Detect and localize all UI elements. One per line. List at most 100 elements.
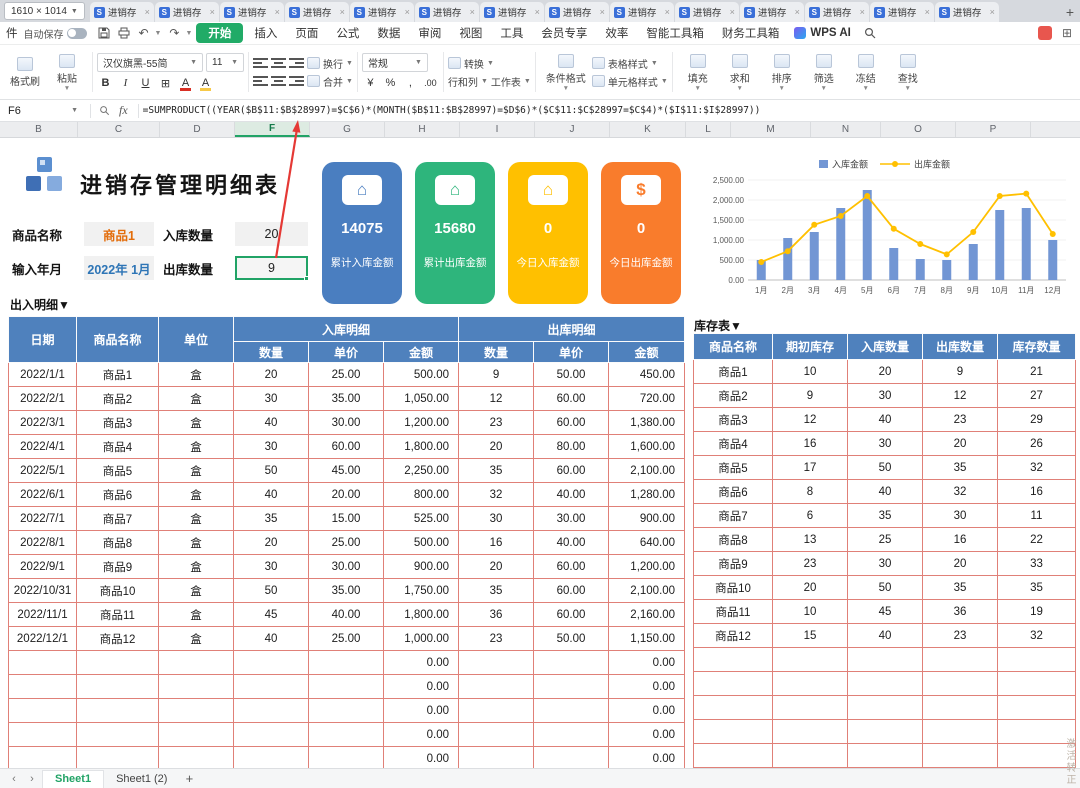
table-subheader[interactable]: 数量	[233, 341, 309, 363]
cell[interactable]: 2,100.00	[608, 578, 686, 603]
cell[interactable]: 商品11	[76, 602, 159, 627]
cell[interactable]: 30	[922, 503, 998, 528]
cell[interactable]: 盒	[158, 410, 234, 435]
cell[interactable]: 16	[458, 530, 535, 555]
cell[interactable]: 1,200.00	[608, 554, 686, 579]
cell[interactable]: 盒	[158, 530, 234, 555]
redo-button[interactable]: ↷	[165, 25, 183, 41]
cell[interactable]: 0.00	[382, 674, 460, 699]
table-subheader[interactable]: 单价	[533, 341, 610, 363]
cell[interactable]: 2022/3/1	[8, 410, 77, 435]
italic-button[interactable]: I	[117, 75, 134, 92]
cell[interactable]: 0.00	[608, 746, 686, 768]
close-icon[interactable]: ×	[795, 7, 800, 17]
cell[interactable]: 0.00	[382, 650, 460, 675]
cell[interactable]: 45.00	[308, 458, 384, 483]
selection-handle[interactable]	[304, 276, 309, 281]
formula-input[interactable]: =SUMPRODUCT((YEAR($B$11:$B$28997)=$C$6)*…	[143, 105, 1080, 116]
document-tab[interactable]: S 进销存 ×	[934, 2, 999, 22]
cell[interactable]	[76, 698, 159, 723]
cell[interactable]: 1,000.00	[382, 626, 460, 651]
document-tab[interactable]: S 进销存 ×	[219, 2, 284, 22]
cell[interactable]: 80.00	[533, 434, 610, 459]
align-bottom-icon[interactable]	[289, 57, 304, 69]
cell[interactable]: 36	[458, 602, 535, 627]
notification-icon[interactable]	[1038, 26, 1052, 40]
cell[interactable]: 6	[772, 503, 848, 528]
table-style-button[interactable]: 表格样式 ▼	[591, 56, 658, 71]
file-menu[interactable]: 件	[6, 25, 18, 41]
cell[interactable]: 13	[772, 527, 848, 552]
cell[interactable]: 15	[772, 623, 848, 648]
cell[interactable]: 20	[233, 530, 309, 555]
cell[interactable]: 30	[847, 431, 923, 456]
cell[interactable]	[233, 722, 309, 747]
cell[interactable]: 60.00	[533, 386, 610, 411]
cell[interactable]: 盒	[158, 362, 234, 387]
cell[interactable]	[922, 743, 998, 768]
cell[interactable]: 30	[233, 554, 309, 579]
column-header-D[interactable]: D	[160, 122, 235, 137]
column-header-H[interactable]: H	[385, 122, 460, 137]
cell[interactable]	[76, 674, 159, 699]
close-icon[interactable]: ×	[405, 7, 410, 17]
cell[interactable]: 525.00	[382, 506, 460, 531]
cell[interactable]	[772, 719, 848, 744]
cell[interactable]	[158, 746, 234, 768]
menu-item[interactable]: 审阅	[409, 23, 450, 43]
document-tab[interactable]: S 进销存 ×	[544, 2, 609, 22]
cell[interactable]: 1,800.00	[382, 602, 460, 627]
menu-item[interactable]: 插入	[245, 23, 286, 43]
cell[interactable]: 50.00	[533, 362, 610, 387]
cell[interactable]: 商品12	[693, 623, 773, 648]
detail-section-label[interactable]: 出入明细▼	[10, 296, 70, 313]
cell[interactable]: 商品9	[76, 554, 159, 579]
cell[interactable]: 盒	[158, 578, 234, 603]
in-qty-cell[interactable]: 20	[235, 222, 308, 246]
sum-button[interactable]: 求和 ▼	[719, 48, 761, 96]
cell[interactable]: 2022/5/1	[8, 458, 77, 483]
close-icon[interactable]: ×	[600, 7, 605, 17]
cell[interactable]	[693, 671, 773, 696]
cell[interactable]: 2022/12/1	[8, 626, 77, 651]
cell[interactable]: 720.00	[608, 386, 686, 411]
cell-style-button[interactable]: 单元格样式 ▼	[591, 74, 668, 89]
sheet-nav-next-icon[interactable]: ›	[24, 773, 40, 785]
cell[interactable]: 商品2	[693, 383, 773, 408]
cell[interactable]: 35	[458, 458, 535, 483]
menu-item[interactable]: 工具	[491, 23, 532, 43]
cell[interactable]: 16	[772, 431, 848, 456]
cell[interactable]	[233, 746, 309, 768]
cell[interactable]: 2,160.00	[608, 602, 686, 627]
align-top-icon[interactable]	[253, 57, 268, 69]
cell[interactable]: 1,200.00	[382, 410, 460, 435]
document-tab[interactable]: S 进销存 ×	[674, 2, 739, 22]
align-left-icon[interactable]	[253, 75, 268, 87]
cell[interactable]	[458, 650, 535, 675]
cell[interactable]	[158, 650, 234, 675]
cell[interactable]: 50	[847, 575, 923, 600]
close-icon[interactable]: ×	[990, 7, 995, 17]
cell[interactable]: 商品8	[76, 530, 159, 555]
fill-button[interactable]: 填充 ▼	[677, 48, 719, 96]
cell[interactable]: 20	[458, 554, 535, 579]
sheet-tab[interactable]: Sheet1	[42, 769, 105, 788]
column-header-O[interactable]: O	[881, 122, 956, 137]
cell[interactable]: 35	[922, 455, 998, 480]
cell[interactable]: 50	[847, 455, 923, 480]
cell[interactable]: 商品12	[76, 626, 159, 651]
cell[interactable]: 45	[847, 599, 923, 624]
column-header-K[interactable]: K	[610, 122, 686, 137]
document-tab[interactable]: S 进销存 ×	[609, 2, 674, 22]
close-icon[interactable]: ×	[535, 7, 540, 17]
cell[interactable]	[8, 746, 77, 768]
table-header[interactable]: 库存数量	[997, 333, 1076, 360]
worksheet-button[interactable]: 工作表 ▼	[491, 74, 531, 89]
cell[interactable]: 450.00	[608, 362, 686, 387]
cell[interactable]: 商品7	[693, 503, 773, 528]
column-header-B[interactable]: B	[0, 122, 78, 137]
filter-button[interactable]: 筛选 ▼	[803, 48, 845, 96]
font-size-select[interactable]: 11 ▼	[206, 52, 244, 72]
cell[interactable]: 23	[772, 551, 848, 576]
cell[interactable]: 2022/2/1	[8, 386, 77, 411]
